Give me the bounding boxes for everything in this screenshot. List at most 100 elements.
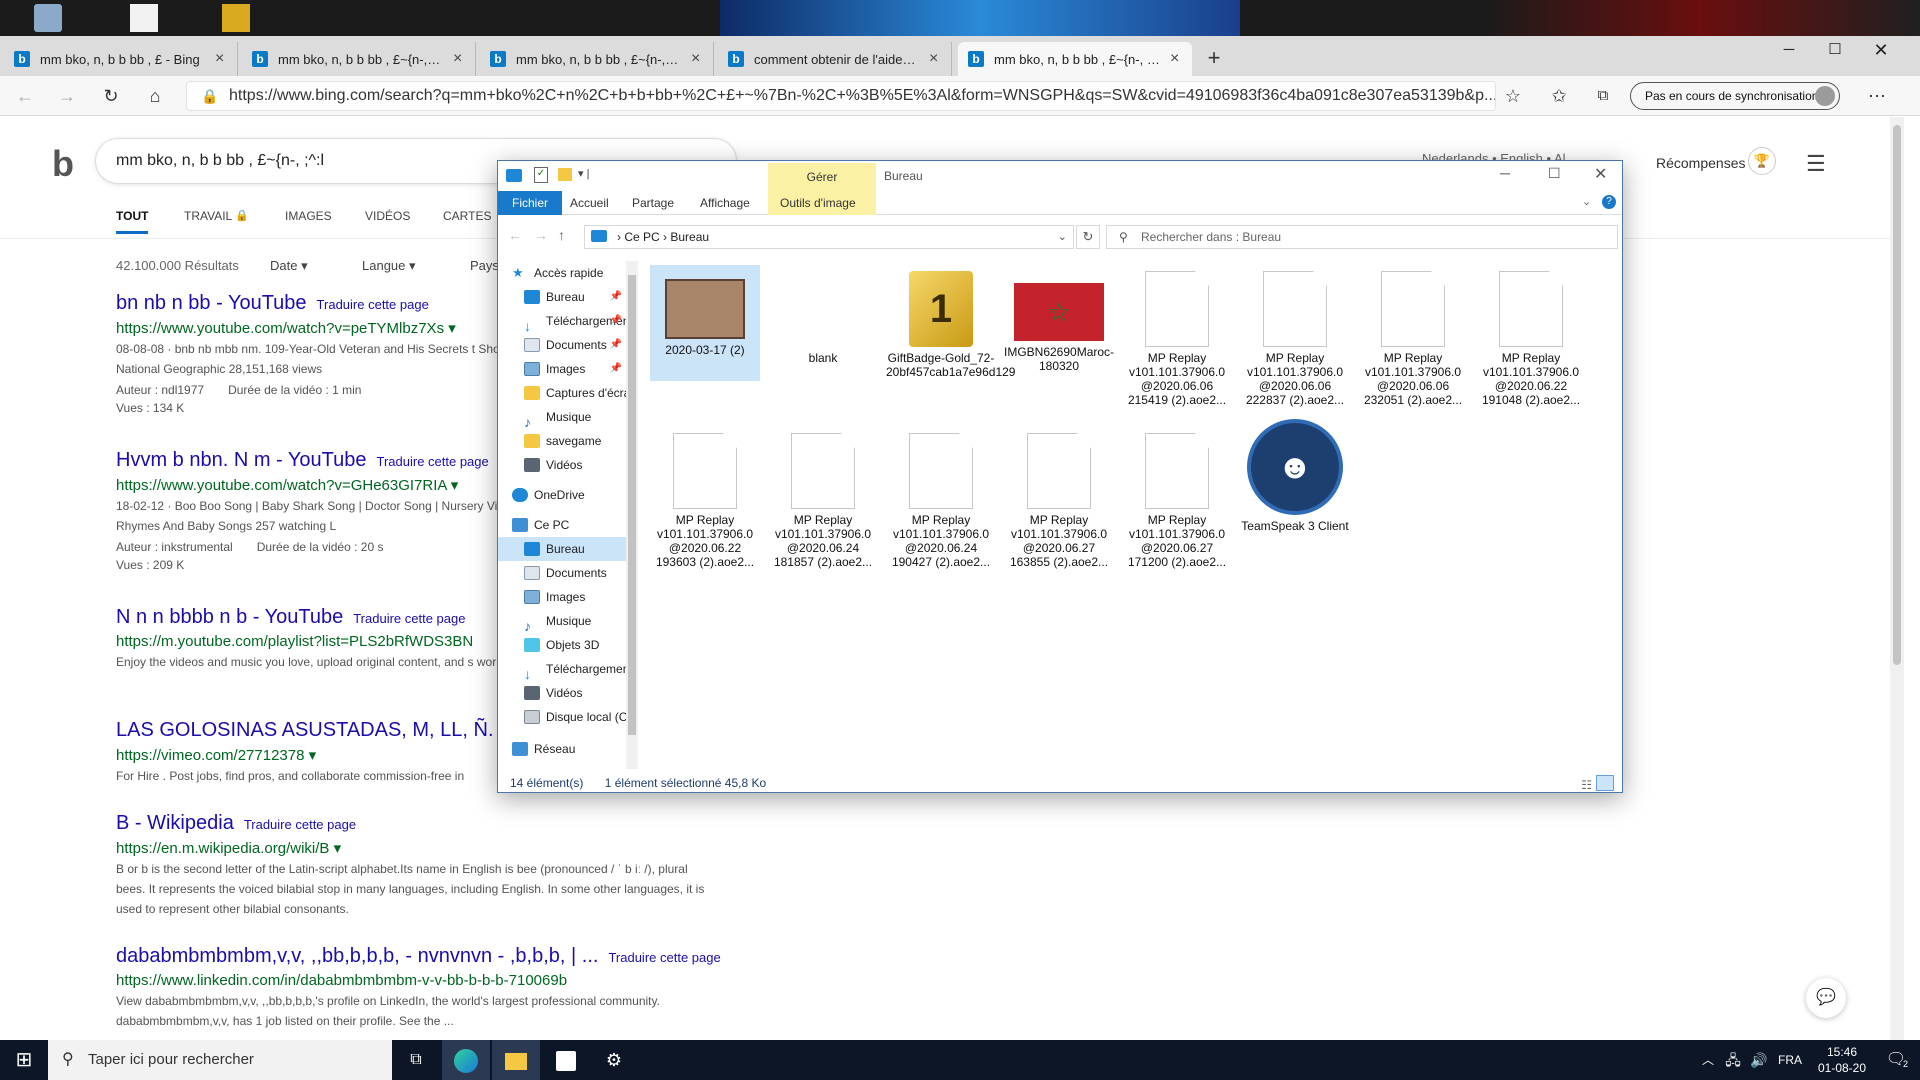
desktop-gift-icon[interactable] bbox=[222, 4, 250, 32]
filter-date[interactable]: Date ▾ bbox=[270, 258, 308, 274]
desktop-doc-icon[interactable] bbox=[130, 4, 158, 32]
tray-chevron-icon[interactable]: ︿ bbox=[1696, 1040, 1720, 1080]
nav-music[interactable]: ♪ Musique bbox=[498, 405, 626, 430]
nav-pc-videos[interactable]: Vidéos bbox=[498, 681, 626, 705]
favorite-star-icon[interactable]: ☆ bbox=[1500, 83, 1526, 109]
nav-this-pc[interactable]: Ce PC bbox=[498, 513, 626, 537]
minimize-icon[interactable]: ─ bbox=[1500, 165, 1510, 181]
chat-icon[interactable]: 💬 bbox=[1806, 978, 1846, 1018]
nav-pc-desktop[interactable]: Bureau bbox=[498, 537, 626, 561]
windows-start-icon[interactable]: ⊞ bbox=[0, 1040, 48, 1080]
rewards-link[interactable]: Récompenses bbox=[1656, 155, 1746, 171]
browser-tab[interactable]: b mm bko, n, b b bb , £ - Bing × bbox=[4, 42, 238, 76]
nav-videos[interactable]: Vidéos bbox=[498, 453, 626, 477]
rewards-trophy-icon[interactable]: 🏆 bbox=[1748, 147, 1776, 175]
file-item[interactable]: MP Replay v101.101.37906.0 @2020.06.24 1… bbox=[768, 427, 878, 569]
more-menu-icon[interactable]: ⋯ bbox=[1864, 83, 1890, 109]
nav-tab-images[interactable]: IMAGES bbox=[285, 209, 332, 223]
settings-gear-icon[interactable]: ⚙ bbox=[590, 1040, 638, 1080]
close-tab-icon[interactable]: × bbox=[1170, 50, 1182, 68]
nav-network[interactable]: Réseau bbox=[498, 737, 626, 761]
nav-tab-all[interactable]: TOUT bbox=[116, 209, 149, 234]
hamburger-menu-icon[interactable]: ☰ bbox=[1806, 151, 1826, 177]
nav-scrollbar-thumb[interactable] bbox=[628, 275, 636, 735]
file-explorer-icon[interactable] bbox=[492, 1040, 540, 1080]
file-item[interactable]: MP Replay v101.101.37906.0 @2020.06.27 1… bbox=[1122, 427, 1232, 569]
ribbon-tab-file[interactable]: Fichier bbox=[498, 191, 563, 215]
nav-documents[interactable]: Documents 📌 bbox=[498, 333, 626, 357]
ribbon-tab-home[interactable]: Accueil bbox=[558, 191, 621, 215]
edge-icon[interactable] bbox=[442, 1040, 490, 1080]
minimize-icon[interactable]: ─ bbox=[1766, 36, 1812, 64]
refresh-icon[interactable]: ↻ bbox=[1076, 225, 1100, 249]
network-tray-icon[interactable]: 🖧 bbox=[1720, 1040, 1746, 1080]
nav-local-disk[interactable]: Disque local (C:) bbox=[498, 705, 626, 729]
browser-tab-active[interactable]: b mm bko, n, b b bb , £~{n-, ;^:l - × bbox=[958, 42, 1192, 76]
breadcrumb-desktop[interactable]: Bureau bbox=[670, 230, 709, 244]
volume-icon[interactable]: 🔊 bbox=[1746, 1040, 1772, 1080]
translate-link[interactable]: Traduire cette page bbox=[244, 817, 356, 832]
chevron-down-icon[interactable]: ⌄ bbox=[1058, 226, 1067, 248]
close-tab-icon[interactable]: × bbox=[691, 50, 703, 68]
file-item[interactable]: 1 GiftBadge-Gold_72-20bf457cab1a7e96d129 bbox=[886, 265, 1015, 379]
help-icon[interactable]: ? bbox=[1602, 195, 1616, 209]
browser-tab[interactable]: b comment obtenir de l'aide dans × bbox=[718, 42, 952, 76]
result-url[interactable]: https://www.linkedin.com/in/dababmbmbmbm… bbox=[116, 972, 736, 989]
nav-images[interactable]: Images 📌 bbox=[498, 357, 626, 381]
ribbon-tab-share[interactable]: Partage bbox=[620, 191, 686, 215]
collections-icon[interactable]: ⧉ bbox=[1590, 83, 1616, 109]
file-item[interactable]: ☆ IMGBN62690Maroc-180320 bbox=[1004, 265, 1114, 373]
maximize-icon[interactable]: ☐ bbox=[1548, 165, 1561, 182]
maximize-icon[interactable]: ☐ bbox=[1812, 36, 1858, 64]
back-icon[interactable]: ← bbox=[12, 83, 38, 109]
favorites-list-icon[interactable]: ✩ bbox=[1546, 83, 1572, 109]
nav-tab-videos[interactable]: VIDÉOS bbox=[365, 209, 410, 223]
ribbon-expand-icon[interactable]: ⌄ bbox=[1582, 195, 1591, 208]
close-tab-icon[interactable]: × bbox=[215, 50, 227, 68]
translate-link[interactable]: Traduire cette page bbox=[353, 611, 465, 626]
ribbon-tab-view[interactable]: Affichage bbox=[688, 191, 762, 215]
back-icon[interactable]: ← bbox=[508, 227, 522, 243]
file-item[interactable]: MP Replay v101.101.37906.0 @2020.06.06 2… bbox=[1240, 265, 1350, 407]
address-field[interactable]: 🔒 https://www.bing.com/search?q=mm+bko%2C… bbox=[186, 81, 1496, 111]
properties-icon[interactable]: ✓ bbox=[534, 167, 548, 183]
new-tab-button[interactable]: + bbox=[1200, 44, 1228, 72]
nav-scrollbar[interactable] bbox=[626, 261, 638, 769]
bing-logo-icon[interactable]: b bbox=[52, 146, 76, 182]
explorer-search-input[interactable]: ⚲ Rechercher dans : Bureau bbox=[1106, 225, 1618, 249]
language-indicator[interactable]: FRA bbox=[1772, 1040, 1808, 1080]
result-url[interactable]: https://en.m.wikipedia.org/wiki/B ▾ bbox=[116, 839, 636, 857]
nav-pc-images[interactable]: Images bbox=[498, 585, 626, 609]
taskbar-clock[interactable]: 15:46 01-08-20 bbox=[1810, 1044, 1874, 1076]
forward-icon[interactable]: → bbox=[54, 83, 80, 109]
store-icon[interactable] bbox=[542, 1040, 590, 1080]
file-item[interactable]: MP Replay v101.101.37906.0 @2020.06.06 2… bbox=[1358, 265, 1468, 407]
file-item[interactable]: MP Replay v101.101.37906.0 @2020.06.22 1… bbox=[1476, 265, 1586, 407]
refresh-icon[interactable]: ↻ bbox=[98, 83, 124, 109]
up-folder-icon[interactable]: ↑ bbox=[558, 227, 565, 243]
close-tab-icon[interactable]: × bbox=[929, 50, 941, 68]
breadcrumb[interactable]: › Ce PC › Bureau ⌄ bbox=[584, 225, 1074, 249]
file-item[interactable]: MP Replay v101.101.37906.0 @2020.06.06 2… bbox=[1122, 265, 1232, 407]
nav-tab-work[interactable]: TRAVAIL bbox=[184, 209, 232, 223]
file-item[interactable]: blank bbox=[768, 265, 878, 365]
nav-onedrive[interactable]: OneDrive bbox=[498, 483, 626, 507]
page-scrollbar-thumb[interactable] bbox=[1893, 125, 1901, 665]
translate-link[interactable]: Traduire cette page bbox=[377, 454, 489, 469]
large-icons-view-icon[interactable] bbox=[1596, 775, 1614, 791]
nav-downloads[interactable]: ↓Téléchargements📌 bbox=[498, 309, 626, 334]
home-icon[interactable]: ⌂ bbox=[142, 83, 168, 109]
new-folder-icon[interactable] bbox=[558, 168, 572, 181]
filter-country[interactable]: Pays bbox=[470, 258, 499, 273]
close-window-icon[interactable]: ✕ bbox=[1858, 36, 1904, 64]
nav-pc-3d-objects[interactable]: Objets 3D bbox=[498, 633, 626, 657]
task-view-icon[interactable]: ⧉ bbox=[392, 1040, 440, 1080]
close-window-icon[interactable]: ✕ bbox=[1594, 164, 1607, 184]
nav-pc-documents[interactable]: Documents bbox=[498, 561, 626, 585]
result-title-link[interactable]: bn nb n bb - YouTube bbox=[116, 292, 307, 314]
translate-link[interactable]: Traduire cette page bbox=[608, 950, 720, 965]
nav-pc-downloads[interactable]: ↓Téléchargements bbox=[498, 657, 626, 682]
customize-toolbar-icon[interactable]: ▾ | bbox=[578, 167, 589, 180]
manage-context-tab[interactable]: Gérer bbox=[768, 163, 876, 191]
nav-quick-access[interactable]: ★ Accès rapide bbox=[498, 261, 626, 285]
